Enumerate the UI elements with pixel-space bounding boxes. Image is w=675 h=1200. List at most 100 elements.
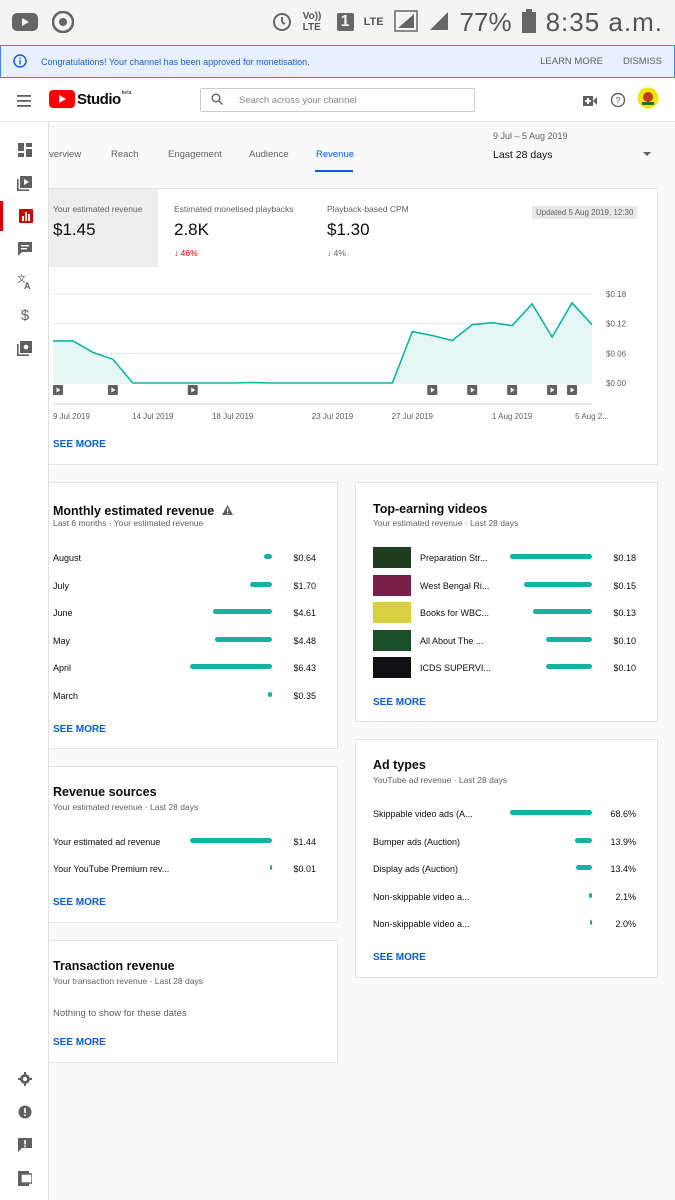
value-bar — [213, 609, 272, 614]
sidebar-item-translations[interactable]: 文A — [0, 267, 49, 297]
y-tick-label: $0.18 — [606, 290, 627, 299]
ad-type-row[interactable]: Non-skippable video a... 2.1% — [356, 888, 657, 906]
video-published-marker[interactable] — [53, 385, 63, 395]
video-thumbnail[interactable] — [373, 657, 411, 678]
ad-type-row[interactable]: Skippable video ads (A... 68.6% — [356, 805, 657, 823]
row-value: $4.48 — [293, 635, 316, 646]
video-row[interactable]: West Bengal Ri... $0.15 — [356, 574, 657, 596]
video-published-marker[interactable] — [467, 385, 478, 395]
studio-logo[interactable]: Studio beta — [49, 90, 131, 108]
monthly-row[interactable]: May $4.48 — [49, 632, 337, 650]
search-bar[interactable]: Search across your channel — [200, 88, 475, 112]
tab-audience[interactable]: Audience — [249, 149, 289, 160]
revenue-chart[interactable]: $0.18 $0.12 $0.06 $0.00 9 Jul 2019 14 Jul 201… — [49, 274, 658, 424]
sidebar-item-videos[interactable] — [0, 168, 49, 198]
monthly-row[interactable]: August $0.64 — [49, 549, 337, 567]
video-published-marker[interactable] — [567, 385, 578, 395]
source-row[interactable]: Your estimated ad revenue $1.44 — [49, 833, 337, 851]
sidebar-item-feedback[interactable] — [0, 1130, 49, 1160]
tab-engagement[interactable]: Engagement — [168, 149, 222, 160]
video-published-marker[interactable] — [427, 385, 438, 395]
ad-type-row[interactable]: Non-skippable video a... 2.0% — [356, 915, 657, 933]
sidebar-item-comments[interactable] — [0, 234, 49, 264]
sidebar-item-monetisation[interactable]: $ — [0, 300, 49, 330]
video-published-marker[interactable] — [187, 385, 198, 395]
sidebar-item-creator-studio-classic[interactable] — [0, 1163, 49, 1193]
banner-message: Congratulations! Your channel has been a… — [41, 56, 310, 67]
tab-revenue[interactable]: Revenue — [316, 149, 354, 160]
value-bar — [190, 664, 272, 669]
value-bar — [589, 892, 592, 898]
metric-estimated-revenue[interactable]: Your estimated revenue $1.45 — [49, 189, 158, 267]
row-label: March — [53, 690, 79, 701]
metric-monetised-playbacks[interactable]: Estimated monetised playbacks 2.8K ↓ 46% — [174, 204, 324, 258]
help-icon[interactable]: ? — [610, 92, 626, 113]
sidebar-item-analytics[interactable] — [0, 201, 49, 231]
monthly-row[interactable]: March $0.35 — [49, 687, 337, 705]
monthly-row[interactable]: April $6.43 — [49, 659, 337, 677]
x-tick-label: 18 Jul 2019 — [212, 412, 254, 421]
row-value: $0.35 — [293, 690, 316, 701]
revenue-area — [53, 302, 592, 383]
video-thumbnail[interactable] — [373, 629, 411, 651]
video-published-marker[interactable] — [107, 385, 118, 395]
signal-icon — [393, 9, 418, 35]
see-more-videos[interactable]: SEE MORE — [373, 697, 426, 708]
value-bar — [263, 554, 272, 559]
volte-label: Vo)) LTE — [302, 11, 322, 33]
sidebar-item-dashboard[interactable] — [0, 135, 49, 165]
menu-icon[interactable] — [17, 94, 31, 112]
chrome-notification-icon — [52, 11, 74, 33]
clock: 8:35 a.m. — [545, 6, 663, 37]
dropdown-arrow-icon[interactable] — [643, 144, 651, 162]
y-tick-label: $0.06 — [606, 349, 627, 358]
ad-type-row[interactable]: Bumper ads (Auction) 13.9% — [356, 833, 657, 851]
sidebar-item-what-new[interactable] — [0, 1097, 49, 1127]
learn-more-button[interactable]: LEARN MORE — [540, 56, 603, 67]
video-thumbnail[interactable] — [373, 547, 411, 568]
tab-reach[interactable]: Reach — [111, 149, 138, 160]
video-row[interactable]: Preparation Str... $0.18 — [356, 547, 657, 568]
analytics-icon — [19, 209, 33, 223]
date-range-selector[interactable]: 9 Jul – 5 Aug 2019 Last 28 days — [493, 131, 568, 161]
top-earning-videos-card: Top-earning videos Your estimated revenu… — [355, 482, 658, 722]
see-more-revenue[interactable]: SEE MORE — [53, 439, 106, 450]
x-tick-label: 27 Jul 2019 — [392, 412, 434, 421]
metric-value: $1.30 — [327, 220, 370, 239]
metric-playback-cpm[interactable]: Playback-based CPM $1.30 ↓ 4% — [327, 204, 477, 258]
metric-label: Estimated monetised playbacks — [174, 204, 294, 214]
row-label: All About The ... — [420, 635, 484, 646]
create-video-icon[interactable] — [583, 94, 597, 112]
dismiss-button[interactable]: DISMISS — [623, 56, 662, 67]
revenue-overview-card: Your estimated revenue $1.45 Estimated m… — [49, 188, 658, 465]
card-subtitle: Your estimated revenue · Last 28 days — [373, 518, 519, 528]
video-thumbnail[interactable] — [373, 602, 411, 623]
value-bar — [575, 837, 592, 843]
metric-value: 2.8K — [174, 220, 209, 239]
video-published-marker[interactable] — [547, 385, 558, 395]
video-published-marker[interactable] — [507, 385, 518, 395]
app-bar: Studio beta Search across your channel ? — [0, 78, 675, 122]
video-row[interactable]: All About The ... $0.10 — [356, 629, 657, 651]
video-row[interactable]: ICDS SUPERVI... $0.10 — [356, 657, 657, 678]
value-bar — [214, 636, 272, 642]
warning-icon[interactable] — [222, 502, 234, 520]
see-more-ad-types[interactable]: SEE MORE — [373, 952, 426, 963]
row-label: Non-skippable video a... — [373, 891, 470, 902]
see-more-sources[interactable]: SEE MORE — [53, 897, 106, 908]
sidebar-item-settings[interactable] — [0, 1064, 49, 1094]
date-range-dates: 9 Jul – 5 Aug 2019 — [493, 131, 568, 141]
see-more-transactions[interactable]: SEE MORE — [53, 1037, 106, 1048]
monthly-row[interactable]: July $1.70 — [49, 577, 337, 595]
sidebar-item-audio-library[interactable] — [0, 333, 49, 363]
tab-overview[interactable]: verview — [49, 149, 81, 160]
ad-type-row[interactable]: Display ads (Auction) 13.4% — [356, 860, 657, 878]
avatar[interactable] — [637, 87, 659, 114]
row-value: $4.61 — [293, 608, 316, 618]
video-row[interactable]: Books for WBC... $0.13 — [356, 602, 657, 623]
monthly-row[interactable]: June $4.61 — [49, 604, 337, 622]
search-placeholder: Search across your channel — [239, 94, 357, 106]
video-thumbnail[interactable] — [373, 574, 411, 596]
source-row[interactable]: Your YouTube Premium rev... $0.01 — [49, 860, 337, 878]
see-more-monthly[interactable]: SEE MORE — [53, 724, 106, 735]
